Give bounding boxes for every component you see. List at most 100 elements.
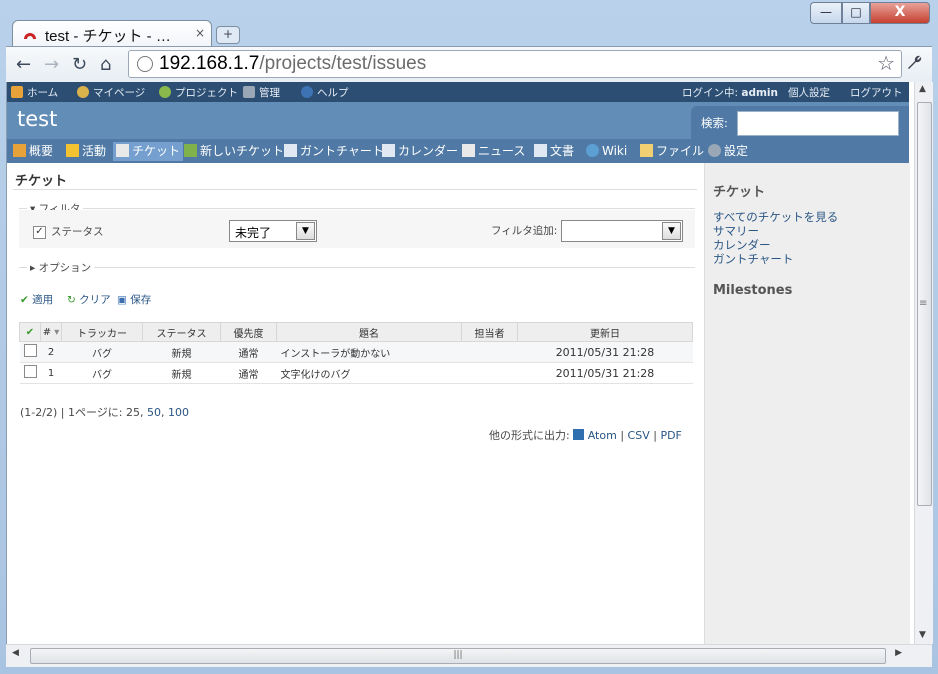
options-fieldset	[19, 267, 695, 268]
ticket-icon	[116, 144, 129, 157]
tab-files[interactable]: ファイル	[637, 142, 707, 161]
main-menu: 概要 活動 チケット 新しいチケット ガントチャート カレンダー ニュース 文書…	[7, 139, 909, 163]
add-filter-label: フィルタ追加:	[491, 225, 558, 237]
projects-icon	[159, 86, 171, 98]
home-icon[interactable]: ⌂	[100, 54, 111, 75]
document-icon	[284, 144, 297, 157]
url-text: 192.168.1.7/projects/test/issues	[159, 53, 427, 74]
column-assignee[interactable]: 担当者	[461, 322, 518, 342]
per-page-50[interactable]: 50	[147, 406, 161, 419]
top-menu-mypage[interactable]: マイページ	[77, 85, 145, 100]
tab-title: test - チケット - …	[45, 28, 171, 45]
row-checkbox[interactable]	[19, 362, 41, 384]
tab-issues[interactable]: チケット	[113, 142, 184, 161]
address-bar[interactable]: 192.168.1.7/projects/test/issues ☆	[128, 50, 902, 78]
column-priority[interactable]: 優先度	[220, 322, 277, 342]
apply-button[interactable]: ✔ 適用	[20, 292, 53, 307]
horizontal-scroll-thumb[interactable]: |||	[30, 648, 886, 664]
sidebar-link-gantt[interactable]: ガントチャート	[713, 251, 793, 267]
reload-icon[interactable]: ↻	[72, 54, 87, 75]
browser-toolbar: ← → ↻ ⌂ 192.168.1.7/projects/test/issues…	[6, 46, 932, 83]
status-operator-select[interactable]: 未完了 ▼	[229, 220, 317, 242]
issue-subject[interactable]: インストーラが動かない	[276, 341, 462, 363]
issue-id[interactable]: 1	[40, 362, 62, 384]
wrench-icon	[908, 55, 922, 69]
column-id[interactable]: # ▾	[40, 322, 62, 342]
wiki-icon	[586, 144, 599, 157]
column-tracker[interactable]: トラッカー	[61, 322, 143, 342]
issue-subject[interactable]: 文字化けのバグ	[276, 362, 462, 384]
page-title: チケット	[15, 174, 68, 189]
export-pdf[interactable]: PDF	[660, 429, 681, 442]
tab-settings[interactable]: 設定	[705, 142, 751, 161]
toggle-all-checkbox[interactable]: ✔	[19, 322, 41, 342]
tab-new-issue[interactable]: 新しいチケット	[181, 142, 287, 161]
my-account-link[interactable]: 個人設定	[788, 85, 830, 100]
top-menu-help[interactable]: ヘルプ	[301, 85, 349, 100]
tab-wiki[interactable]: Wiki	[583, 142, 630, 161]
options-legend[interactable]: ▸ オプション	[27, 260, 95, 275]
issue-priority: 通常	[220, 362, 277, 384]
issue-assignee	[461, 341, 518, 363]
vertical-scrollbar[interactable]: ▲ ≡ ▼	[914, 82, 933, 644]
logged-in-as: ログイン中: admin	[682, 87, 779, 99]
logout-link[interactable]: ログアウト	[850, 85, 903, 100]
tab-overview[interactable]: 概要	[10, 142, 56, 161]
tab-gantt[interactable]: ガントチャート	[281, 142, 387, 161]
folder-icon	[640, 144, 653, 157]
add-filter-select[interactable]: ▼	[561, 220, 683, 242]
search-input[interactable]	[737, 111, 899, 136]
wrench-menu-icon[interactable]	[905, 53, 923, 76]
issue-priority: 通常	[220, 341, 277, 363]
export-atom[interactable]: Atom	[588, 429, 617, 442]
grip-icon: ≡	[919, 298, 928, 309]
horizontal-scrollbar[interactable]: ◀ ||| ▶	[6, 644, 932, 667]
dropdown-arrow-icon: ▼	[296, 222, 315, 240]
table-row[interactable]: 2 バグ 新規 通常 インストーラが動かない 2011/05/31 21:28	[19, 341, 693, 363]
issue-id[interactable]: 2	[40, 341, 62, 363]
issue-status: 新規	[142, 341, 221, 363]
tab-documents[interactable]: 文書	[531, 142, 577, 161]
column-subject[interactable]: 題名	[276, 322, 462, 342]
checkbox[interactable]	[23, 365, 37, 378]
scroll-right-icon[interactable]: ▶	[895, 648, 902, 658]
close-window-button[interactable]: X	[870, 2, 930, 24]
maximize-button[interactable]: □	[842, 2, 870, 24]
tab-news[interactable]: ニュース	[459, 142, 528, 161]
sidebar-heading: チケット	[713, 185, 766, 200]
checkbox[interactable]	[23, 344, 37, 357]
tab-activity[interactable]: 活動	[63, 142, 109, 161]
tag-icon	[462, 144, 475, 157]
save-button[interactable]: ▣ 保存	[117, 292, 151, 307]
per-page-100[interactable]: 100	[168, 406, 189, 419]
tab-calendar[interactable]: カレンダー	[379, 142, 461, 161]
scroll-left-icon[interactable]: ◀	[12, 648, 19, 658]
scroll-up-icon[interactable]: ▲	[919, 84, 926, 94]
project-header: test 検索:	[7, 102, 909, 140]
issue-tracker: バグ	[61, 362, 143, 384]
logged-in-user[interactable]: admin	[741, 87, 778, 99]
row-checkbox[interactable]	[19, 341, 41, 363]
new-ticket-icon	[184, 144, 197, 157]
issue-assignee	[461, 362, 518, 384]
top-menu-admin[interactable]: 管理	[243, 85, 280, 100]
clear-button[interactable]: ↻ クリア	[67, 292, 111, 307]
table-row[interactable]: 1 バグ 新規 通常 文字化けのバグ 2011/05/31 21:28	[19, 362, 693, 384]
tab-close-icon[interactable]: ×	[195, 26, 205, 40]
forward-icon[interactable]: →	[44, 54, 59, 75]
bookmark-star-icon[interactable]: ☆	[877, 51, 895, 75]
browser-tab[interactable]: test - チケット - … ×	[12, 20, 212, 47]
column-updated[interactable]: 更新日	[517, 322, 693, 342]
status-filter-checkbox[interactable]: ✓	[33, 226, 46, 239]
export-csv[interactable]: CSV	[628, 429, 650, 442]
top-menu-projects[interactable]: プロジェクト	[159, 85, 238, 100]
scroll-down-icon[interactable]: ▼	[919, 630, 926, 640]
admin-wrench-icon	[243, 86, 255, 98]
issue-updated: 2011/05/31 21:28	[517, 341, 693, 363]
minimize-button[interactable]: —	[810, 2, 842, 24]
new-tab-button[interactable]: +	[216, 26, 240, 44]
top-menu-home[interactable]: ホーム	[11, 85, 58, 100]
column-status[interactable]: ステータス	[142, 322, 221, 342]
back-icon[interactable]: ←	[16, 54, 31, 75]
window-controls: — □ X	[810, 2, 930, 24]
